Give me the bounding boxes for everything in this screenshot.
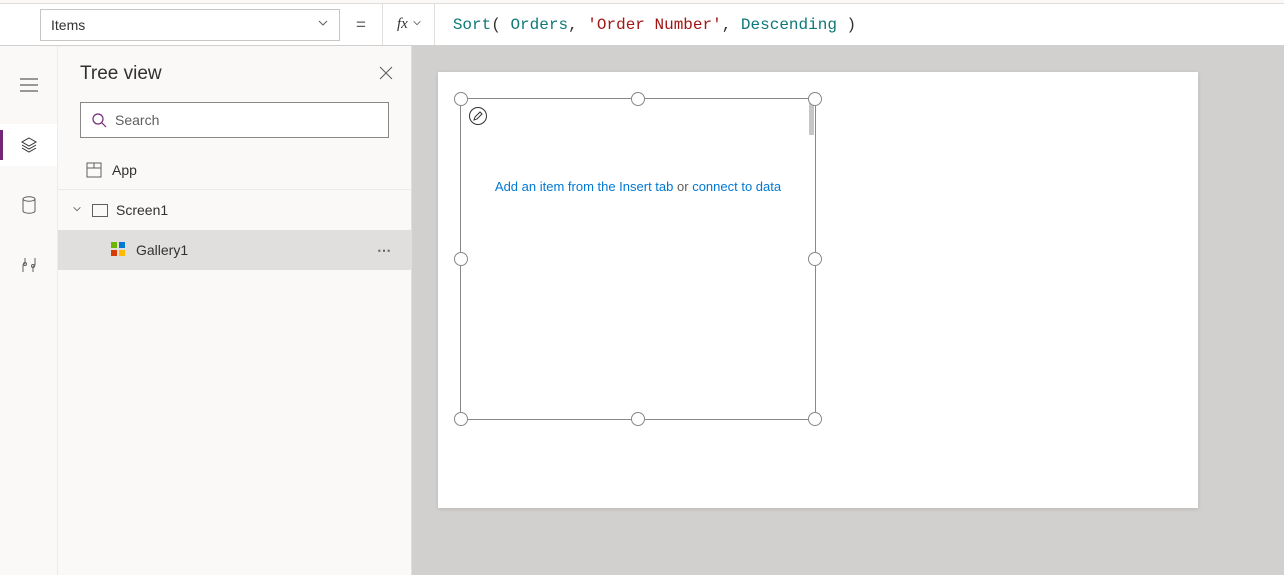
resize-handle-tl[interactable] — [454, 92, 468, 106]
formula-token-paren: ) — [847, 16, 857, 34]
resize-handle-br[interactable] — [808, 412, 822, 426]
resize-handle-tr[interactable] — [808, 92, 822, 106]
chevron-down-icon[interactable] — [70, 203, 84, 217]
body: Tree view App Screen1 — [0, 46, 1284, 575]
formula-bar: Items = fx Sort( Orders, 'Order Number',… — [0, 4, 1284, 46]
property-value: Items — [51, 17, 85, 33]
tree-node-label: Gallery1 — [136, 242, 188, 258]
advanced-tools-tab[interactable] — [0, 244, 57, 286]
tree-node-label: App — [112, 162, 137, 178]
gallery-selection[interactable]: Add an item from the Insert tab or conne… — [460, 98, 816, 420]
edit-gallery-button[interactable] — [469, 107, 487, 125]
database-icon — [21, 196, 37, 214]
fx-label: fx — [397, 16, 408, 33]
resize-handle-mr[interactable] — [808, 252, 822, 266]
resize-handle-bl[interactable] — [454, 412, 468, 426]
formula-token-identifier: Orders — [510, 16, 568, 34]
placeholder-mid: or — [673, 179, 692, 194]
left-rail — [0, 46, 58, 575]
panel-header: Tree view — [58, 46, 411, 102]
formula-token-comma: , — [722, 16, 732, 34]
fx-button[interactable]: fx — [382, 4, 435, 45]
close-icon — [379, 66, 393, 80]
formula-token-keyword: Descending — [741, 16, 837, 34]
formula-token-space — [731, 16, 741, 34]
tree: App Screen1 Gallery1 — [58, 150, 411, 575]
tree-node-screen[interactable]: Screen1 — [58, 190, 411, 230]
formula-token-space — [837, 16, 847, 34]
screen-icon — [92, 204, 108, 217]
property-dropdown[interactable]: Items — [40, 9, 340, 41]
gallery-placeholder: Add an item from the Insert tab or conne… — [461, 179, 815, 194]
tree-view-tab[interactable] — [0, 124, 57, 166]
formula-token-space — [501, 16, 511, 34]
screen-canvas[interactable]: Add an item from the Insert tab or conne… — [438, 72, 1198, 508]
canvas-area: Add an item from the Insert tab or conne… — [412, 46, 1284, 575]
data-tab[interactable] — [0, 184, 57, 226]
more-options-button[interactable]: ⋯ — [377, 242, 393, 259]
panel-title: Tree view — [80, 63, 162, 85]
chevron-down-icon — [412, 18, 422, 31]
close-panel-button[interactable] — [379, 66, 393, 83]
search-container — [58, 102, 411, 150]
app-icon — [86, 162, 102, 178]
formula-token-paren: ( — [491, 16, 501, 34]
gallery-scrollbar[interactable] — [809, 101, 814, 135]
hamburger-menu-button[interactable] — [0, 64, 57, 106]
tree-node-app[interactable]: App — [58, 150, 411, 190]
resize-handle-ml[interactable] — [454, 252, 468, 266]
resize-handle-tm[interactable] — [631, 92, 645, 106]
formula-input[interactable]: Sort( Orders, 'Order Number', Descending… — [435, 4, 1284, 45]
layers-icon — [20, 136, 38, 154]
gallery-icon — [110, 241, 126, 260]
search-field[interactable] — [115, 112, 378, 128]
search-input[interactable] — [80, 102, 389, 138]
search-icon — [91, 112, 107, 128]
equals-label: = — [340, 15, 382, 35]
pencil-icon — [473, 111, 483, 121]
tools-icon — [21, 256, 37, 274]
formula-token-string: 'Order Number' — [587, 16, 721, 34]
resize-handle-bm[interactable] — [631, 412, 645, 426]
connect-data-link[interactable]: connect to data — [692, 179, 781, 194]
formula-token-fn: Sort — [453, 16, 491, 34]
insert-tab-link[interactable]: Add an item from the Insert tab — [495, 179, 673, 194]
tree-node-label: Screen1 — [116, 202, 168, 218]
tree-node-gallery[interactable]: Gallery1 ⋯ — [58, 230, 411, 270]
chevron-down-icon — [317, 17, 329, 32]
tree-view-panel: Tree view App Screen1 — [58, 46, 412, 575]
formula-token-comma: , — [568, 16, 578, 34]
formula-token-space — [578, 16, 588, 34]
